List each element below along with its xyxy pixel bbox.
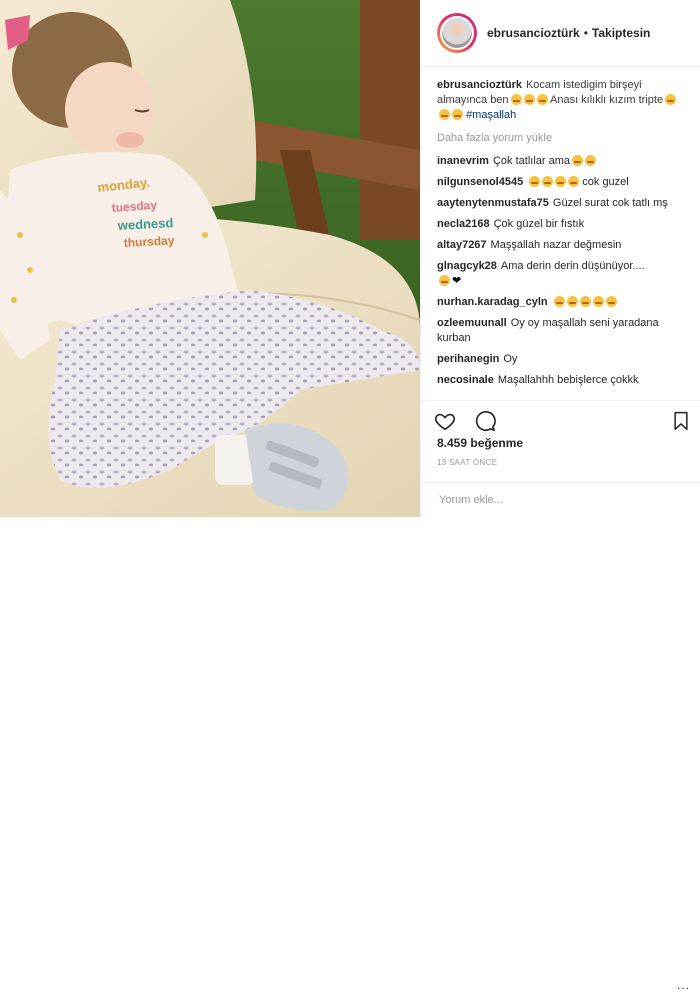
likes-count[interactable]: 8.459 beğenme <box>437 436 523 450</box>
comment-item: glnagcyk28 Ama derin derin düşünüyor.... ❤ <box>437 259 685 289</box>
caption-username[interactable]: ebrusancioztürk <box>437 79 522 91</box>
vehicle-emoji-icon <box>665 94 677 105</box>
post-photo[interactable]: monday. tuesday wednesd thursday <box>0 0 420 517</box>
grinning-emoji-icon <box>510 94 522 105</box>
follow-status-button[interactable]: Takiptesin <box>592 26 650 40</box>
comment-item: perihanegin Oy <box>437 352 685 367</box>
comment-text: cok guzel <box>582 176 629 188</box>
comment-item: nurhan.karadag_cyln <box>437 295 685 310</box>
save-button[interactable] <box>669 409 693 433</box>
svg-text:thursday: thursday <box>123 233 175 250</box>
comment-item: necosinale Maşallahhh bebişlerce çokkk <box>437 373 685 388</box>
heart-eyes-emoji-icon <box>529 176 541 187</box>
svg-text:wednesd: wednesd <box>116 215 173 233</box>
smiley-emoji-icon <box>585 155 596 166</box>
post-caption: ebrusancioztürk Kocam istedigim birşeyi a… <box>437 78 685 123</box>
heart-eyes-emoji-icon <box>605 296 617 307</box>
comment-text: Güzel surat cok tatlı mş <box>552 197 668 209</box>
post-actions-bar <box>421 400 700 436</box>
comment-text: Oy <box>503 353 518 365</box>
avatar-image <box>440 16 474 50</box>
comments-list[interactable]: ebrusancioztürk Kocam istedigim birşeyi a… <box>437 78 685 396</box>
add-comment-input[interactable] <box>437 493 661 507</box>
heart-eyes-emoji-icon <box>566 296 578 307</box>
heart-eyes-emoji-icon <box>568 176 580 187</box>
comment-username[interactable]: aaytenytenmustafa75 <box>437 197 549 209</box>
load-more-comments-link[interactable]: Daha fazla yorum yükle <box>437 131 685 146</box>
post-side-panel: ebrusancioztürk • Takiptesin ebrusancioz… <box>420 0 700 992</box>
comment-item: altay7267 Maşşallah nazar değmesin <box>437 238 685 253</box>
comment-username[interactable]: perihanegin <box>437 353 499 365</box>
comment-item: nilgunsenol4545 cok guzel <box>437 175 685 190</box>
comment-username[interactable]: altay7267 <box>437 239 487 251</box>
comment-text: Maşallahhh bebişlerce çokkk <box>497 374 639 386</box>
caption-text-2: Anası kılıklı kızım tripte <box>550 94 664 106</box>
gift-emoji-icon <box>452 109 463 120</box>
comment-username[interactable]: necosinale <box>437 374 494 386</box>
thinking-emoji-icon <box>439 275 450 286</box>
heart-eyes-emoji-icon <box>592 296 604 307</box>
comment-button[interactable] <box>473 409 497 433</box>
smiley-emoji-icon <box>572 155 583 166</box>
comment-item: inanevrim Çok tatlılar ama <box>437 154 685 169</box>
comment-username[interactable]: necla2168 <box>437 218 490 230</box>
more-options-button[interactable]: ... <box>677 978 690 992</box>
comment-item: ozleemuunall Oy oy maşallah seni yaradana… <box>437 316 685 346</box>
woman-emoji-icon <box>536 94 548 105</box>
frowning-emoji-icon <box>523 94 535 105</box>
comment-text: Maşşallah nazar değmesin <box>490 239 622 251</box>
comment-username[interactable]: inanevrim <box>437 155 489 167</box>
comment-text: Çok tatlılar ama <box>492 155 570 167</box>
comment-text: Çok güzel bir fıstık <box>493 218 585 230</box>
comment-username[interactable]: ozleemuunall <box>437 317 507 329</box>
cart-emoji-icon <box>439 109 450 120</box>
comment-item: necla2168 Çok güzel bir fıstık <box>437 217 685 232</box>
heart-icon <box>434 413 456 431</box>
comment-username[interactable]: nilgunsenol4545 <box>437 176 523 188</box>
heart-eyes-emoji-icon <box>555 176 567 187</box>
black-heart-icon: ❤ <box>452 275 462 287</box>
heart-eyes-emoji-icon <box>542 176 554 187</box>
header-separator: • <box>583 26 588 40</box>
post-timestamp: 13 SAAT ÖNCE <box>437 458 498 467</box>
heart-eyes-emoji-icon <box>579 296 591 307</box>
comment-username[interactable]: glnagcyk28 <box>437 260 497 272</box>
like-button[interactable] <box>433 409 457 433</box>
comment-username[interactable]: nurhan.karadag_cyln <box>437 296 548 308</box>
add-comment-section: ... <box>421 482 700 992</box>
caption-hashtag[interactable]: #maşallah <box>466 109 516 121</box>
heart-eyes-emoji-icon <box>553 296 565 307</box>
post-header: ebrusancioztürk • Takiptesin <box>421 0 700 67</box>
header-username[interactable]: ebrusancioztürk <box>487 26 580 40</box>
comment-icon <box>475 411 496 431</box>
bookmark-icon <box>674 411 688 431</box>
comment-item: aaytenytenmustafa75 Güzel surat cok tatlı… <box>437 196 685 211</box>
avatar[interactable] <box>437 13 477 53</box>
comment-text: Ama derin derin düşünüyor.... <box>500 260 645 272</box>
